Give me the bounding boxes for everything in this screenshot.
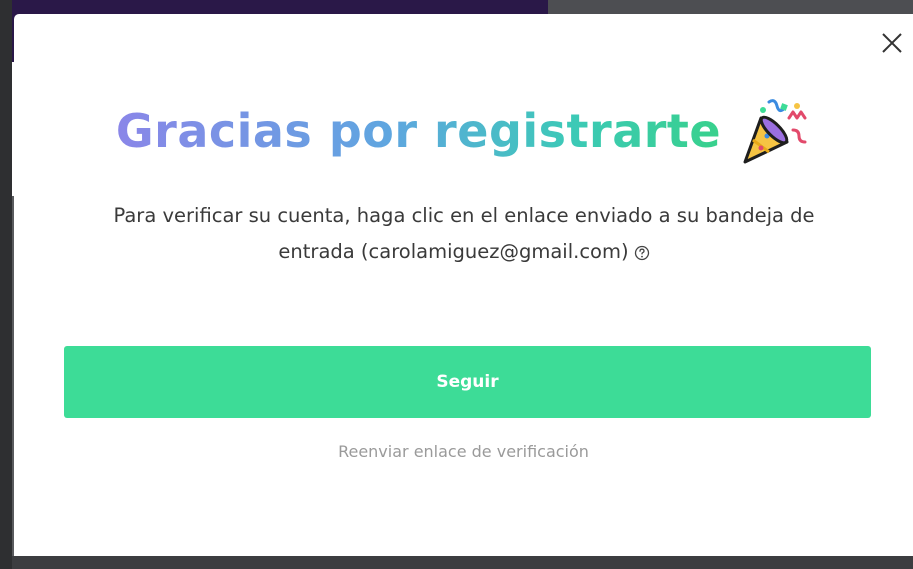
message-line-2: entrada (carolamiguez@gmail.com) [278, 240, 629, 263]
close-icon [882, 33, 902, 53]
verification-message: Para verificar su cuenta, haga clic en e… [54, 198, 874, 270]
message-line-1: Para verificar su cuenta, haga clic en e… [113, 204, 815, 227]
continue-button[interactable]: Seguir [64, 346, 871, 418]
close-button[interactable] [880, 31, 904, 55]
registration-success-modal: Gracias por registrarte Para verificar s… [14, 14, 913, 556]
backdrop-bottom-strip [12, 556, 913, 569]
party-popper-icon [743, 99, 807, 164]
question-circle-icon[interactable] [634, 245, 650, 261]
backdrop-left-strip [0, 0, 12, 569]
modal-title: Gracias por registrarte [115, 104, 722, 158]
title-row: Gracias por registrarte [14, 96, 913, 166]
message-line-2-wrap: entrada (carolamiguez@gmail.com) [54, 234, 874, 270]
backdrop-top-strip [548, 0, 913, 14]
resend-verification-link[interactable]: Reenviar enlace de verificación [14, 442, 913, 461]
